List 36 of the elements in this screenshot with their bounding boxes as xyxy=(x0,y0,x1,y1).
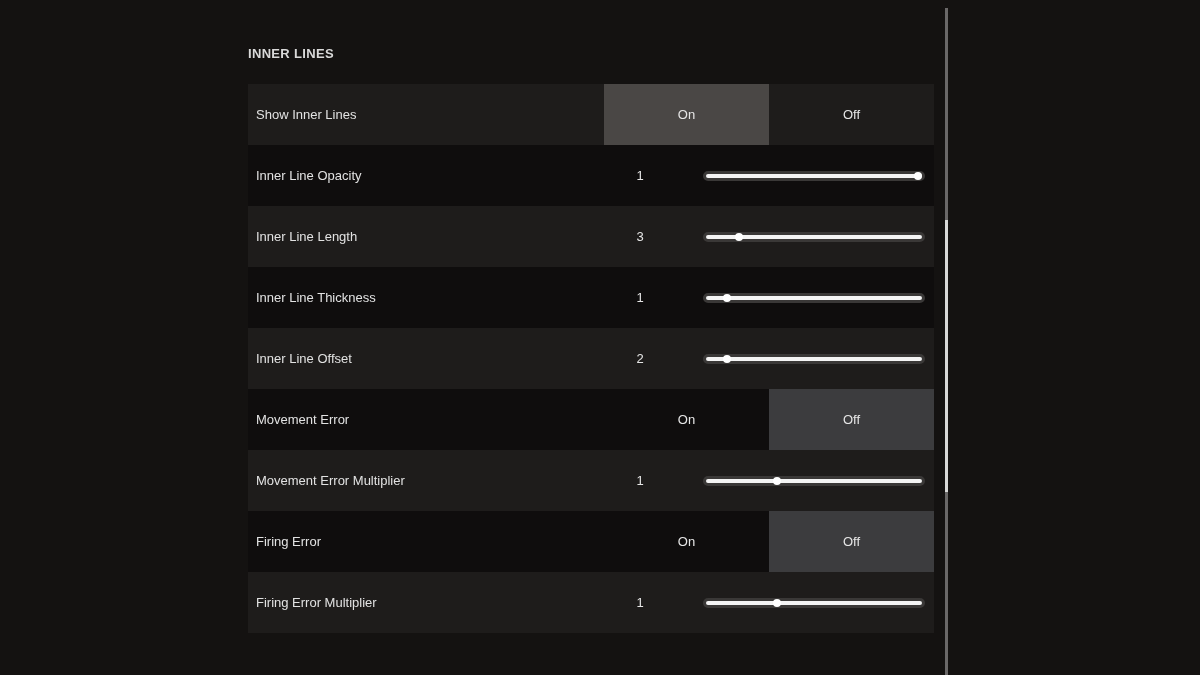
slider-thumb[interactable] xyxy=(722,354,731,363)
slider-track[interactable] xyxy=(703,353,925,364)
setting-label: Inner Line Opacity xyxy=(255,166,363,185)
toggle-option[interactable]: On xyxy=(604,84,769,145)
setting-label: Firing Error xyxy=(255,532,322,551)
scrollbar-thumb[interactable] xyxy=(945,220,948,492)
setting-label: Movement Error xyxy=(255,410,351,429)
toggle-option[interactable]: Off xyxy=(769,389,934,450)
setting-label: Movement Error Multiplier xyxy=(255,471,406,490)
slider-track[interactable] xyxy=(703,231,925,242)
setting-value: 3 xyxy=(635,227,645,246)
toggle-option[interactable]: On xyxy=(604,511,769,572)
slider-track[interactable] xyxy=(703,475,925,486)
setting-label: Inner Line Length xyxy=(255,227,359,246)
slider-thumb[interactable] xyxy=(735,232,744,241)
section-title: INNER LINES xyxy=(248,46,335,62)
setting-value: 1 xyxy=(635,166,645,185)
toggle-option[interactable]: On xyxy=(604,389,769,450)
toggle-option[interactable]: Off xyxy=(769,84,934,145)
scrollbar[interactable] xyxy=(945,8,948,675)
slider-track[interactable] xyxy=(703,170,925,181)
setting-value: 1 xyxy=(635,593,645,612)
slider-thumb[interactable] xyxy=(914,171,922,180)
setting-label: Inner Line Thickness xyxy=(255,288,377,307)
setting-label: Inner Line Offset xyxy=(255,349,353,368)
toggle-option[interactable]: Off xyxy=(769,511,934,572)
setting-label: Firing Error Multiplier xyxy=(255,593,378,612)
slider-track[interactable] xyxy=(703,292,925,303)
slider-track[interactable] xyxy=(703,597,925,608)
setting-value: 1 xyxy=(635,471,645,490)
setting-value: 2 xyxy=(635,349,645,368)
setting-value: 1 xyxy=(635,288,645,307)
setting-label: Show Inner Lines xyxy=(255,105,358,124)
slider-thumb[interactable] xyxy=(772,598,781,607)
slider-thumb[interactable] xyxy=(772,476,781,485)
slider-thumb[interactable] xyxy=(722,293,731,302)
